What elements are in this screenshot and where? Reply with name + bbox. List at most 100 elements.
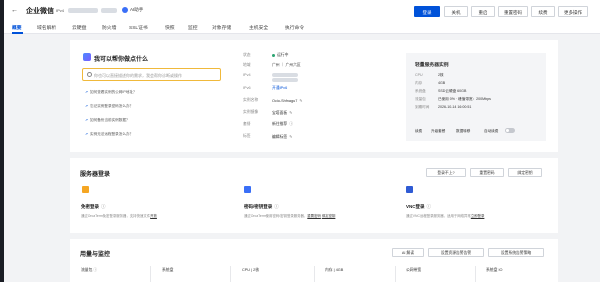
running-indicator xyxy=(272,53,275,57)
ai-assistant-label: AI助手 xyxy=(130,7,144,13)
info-icon[interactable]: ⓘ xyxy=(289,122,293,126)
login-help-button[interactable]: 登录不上? xyxy=(426,168,466,177)
spec-title: 轻量服务器实例 xyxy=(415,63,449,68)
divider xyxy=(395,266,396,282)
image-value: 宝塔面板 ✎ xyxy=(272,110,292,116)
data-transfer-link[interactable]: 数据转移 xyxy=(456,129,470,134)
info-icon: ⓘ xyxy=(101,204,106,209)
monitor-col-bandwidth: 公网带宽 xyxy=(406,268,422,272)
ipv4-redacted xyxy=(272,73,298,77)
tab-monitor[interactable]: 监控 xyxy=(188,24,198,31)
login-button[interactable]: 登录 xyxy=(414,6,440,17)
cpu-value: 2核 xyxy=(438,73,444,77)
suggested-question[interactable]: 实例无法远程登录怎么办？ xyxy=(85,132,133,137)
resource-alarm-button[interactable]: 设置资源告警告警 xyxy=(428,248,484,257)
image-label: 实例镜像 xyxy=(243,110,259,114)
assistant-input-placeholder: 你也可以直接描述你的需求，我会帮你诊断或操作 xyxy=(94,73,182,78)
assistant-icon xyxy=(83,53,91,61)
tab-firewall[interactable]: 防火墙 xyxy=(102,24,116,31)
divider xyxy=(314,266,315,282)
memory-label: 内存 xyxy=(415,81,423,85)
status-text: 运行中 xyxy=(277,53,289,57)
renew-button[interactable]: 续费 xyxy=(531,6,555,17)
tags-text: 编辑标签 xyxy=(272,135,288,139)
passwordless-desc-link[interactable]: 开放 xyxy=(150,214,157,218)
terminal-icon xyxy=(82,186,89,193)
region-value: 广州 ｜ 广州六区 xyxy=(272,63,301,67)
spec-panel: 轻量服务器实例 CPU 2核 内存 4GB 系统盘 SSD云硬盘 60GB 流量… xyxy=(406,53,546,141)
passwordless-login-desc: 通过OrcaTerm免密登录服务器，支持快速文件开放 xyxy=(81,213,157,218)
image-text: 宝塔面板 xyxy=(272,111,288,115)
tab-cloud-disk[interactable]: 云硬盘 xyxy=(72,24,86,31)
suggested-question[interactable]: 忘记实例登录密码怎么办？ xyxy=(85,104,133,109)
vnc-login-text: VNC登录 xyxy=(406,204,425,209)
suggested-question[interactable]: 如何查看实例的公网IP地址？ xyxy=(85,90,137,95)
renew-link[interactable]: 续费 xyxy=(415,129,422,134)
password-login-desc: 通过OrcaTerm使用密码/密钥登录服务器，重置密码 绑定密钥 xyxy=(244,213,335,218)
monitor-icon xyxy=(406,186,413,193)
disk-value: SSD云硬盘 60GB xyxy=(438,89,467,93)
upgrade-link[interactable]: 升级套餐 xyxy=(431,129,445,134)
auto-renew-toggle[interactable] xyxy=(505,128,515,133)
tab-overview[interactable]: 概要 xyxy=(12,24,22,31)
passwordless-login-text: 免密登录 xyxy=(81,204,99,209)
edit-icon[interactable]: ✎ xyxy=(289,111,292,115)
assistant-input[interactable]: 你也可以直接描述你的需求，我会帮你诊断或操作 xyxy=(82,68,221,81)
tab-object-storage[interactable]: 对象存储 xyxy=(212,24,231,31)
bind-key-button[interactable]: 绑定密钥 xyxy=(508,168,542,177)
ai-assistant-button[interactable]: AI助手 xyxy=(122,7,143,13)
arrow-left-icon[interactable]: ← xyxy=(11,7,18,14)
more-actions-button[interactable]: 更多操作 xyxy=(558,6,588,17)
divider xyxy=(230,266,231,282)
edit-icon[interactable]: ✎ xyxy=(289,135,292,139)
password-desc-text: 通过OrcaTerm使用密码/密钥登录服务器， xyxy=(244,214,308,218)
shutdown-button[interactable]: 关机 xyxy=(444,6,468,17)
tab-snapshot[interactable]: 快照 xyxy=(165,24,175,31)
tab-run-command[interactable]: 执行命令 xyxy=(285,24,304,31)
bind-key-link[interactable]: 绑定密钥 xyxy=(322,214,336,218)
instance-name-text: Ocio-Shfnagu7 xyxy=(272,99,298,103)
sidebar-strip xyxy=(0,0,4,282)
traffic-value: 已使用 0% · 峰值带宽：200Mbps xyxy=(438,97,491,101)
status-label: 状态 xyxy=(243,53,251,57)
reset-password-link[interactable]: 重置密码 xyxy=(307,214,321,218)
active-tab-indicator xyxy=(12,32,23,34)
info-icon: ⓘ xyxy=(274,204,279,209)
tab-host-security[interactable]: 主机安全 xyxy=(249,24,268,31)
package-value: 新住推荐 ⓘ xyxy=(272,122,293,127)
traffic-label: 流量包 xyxy=(415,97,426,101)
tab-dns[interactable]: 域名解析 xyxy=(37,24,56,31)
reset-password-small-button[interactable]: 重置密码 xyxy=(470,168,504,177)
vnc-login-title[interactable]: VNC登录 ⓘ xyxy=(406,204,431,210)
instance-name-label: 实例名称 xyxy=(243,98,259,102)
top-bar: ← 企业微信 IPv4 AI助手 登录 关机 重启 重置密码 续费 更多操作 xyxy=(4,0,600,22)
suggested-question[interactable]: 如何备份当前实例数据？ xyxy=(85,118,130,123)
disk-label: 系统盘 xyxy=(415,89,426,93)
system-alarm-policy-button[interactable]: 设置系统告警策略 xyxy=(488,248,544,257)
key-icon xyxy=(244,186,251,193)
expire-label: 到期时间 xyxy=(415,105,430,109)
expire-value: 2026-10-14 16:00:51 xyxy=(438,105,472,109)
enable-ipv6-link[interactable]: 开通IPv6 xyxy=(272,86,287,91)
passwordless-login-title[interactable]: 免密登录 ⓘ xyxy=(81,204,106,210)
ipv4-tag: IPv4 xyxy=(56,8,65,13)
tags-value: 编辑标签 ✎ xyxy=(272,134,292,140)
vnc-desc-text: 通过VNC远程登录服务器，适用于网络异常 xyxy=(406,214,471,218)
password-login-text: 密码/密钥登录 xyxy=(244,204,273,209)
ipv4-label: IPv4 xyxy=(243,73,251,77)
ipv4-redacted-2 xyxy=(272,78,298,82)
reset-password-button[interactable]: 重置密码 xyxy=(498,6,528,17)
monitor-col-memory: 内存 | 4GB xyxy=(325,268,344,272)
password-login-title[interactable]: 密码/密钥登录 ⓘ xyxy=(244,204,279,210)
copy-redacted xyxy=(101,8,117,13)
tab-bar: 概要 域名解析 云硬盘 防火墙 SSL证书 快照 监控 对象存储 主机安全 执行… xyxy=(4,22,600,34)
ai-interpret-button[interactable]: AI 解读 xyxy=(392,248,424,257)
overview-card: 我可以帮你做点什么 你也可以直接描述你的需求，我会帮你诊断或操作 如何查看实例的… xyxy=(70,40,558,152)
divider xyxy=(150,266,151,282)
ai-icon xyxy=(122,7,128,13)
restart-button[interactable]: 重启 xyxy=(471,6,495,17)
usage-monitor-card: 用量与监控 AI 解读 设置资源告警告警 设置系统告警策略 流量包ⓘ 系统盘 C… xyxy=(70,239,558,282)
vnc-login-link[interactable]: 立即登录 xyxy=(471,214,485,218)
tab-ssl[interactable]: SSL证书 xyxy=(129,24,148,31)
edit-icon[interactable]: ✎ xyxy=(299,99,302,103)
